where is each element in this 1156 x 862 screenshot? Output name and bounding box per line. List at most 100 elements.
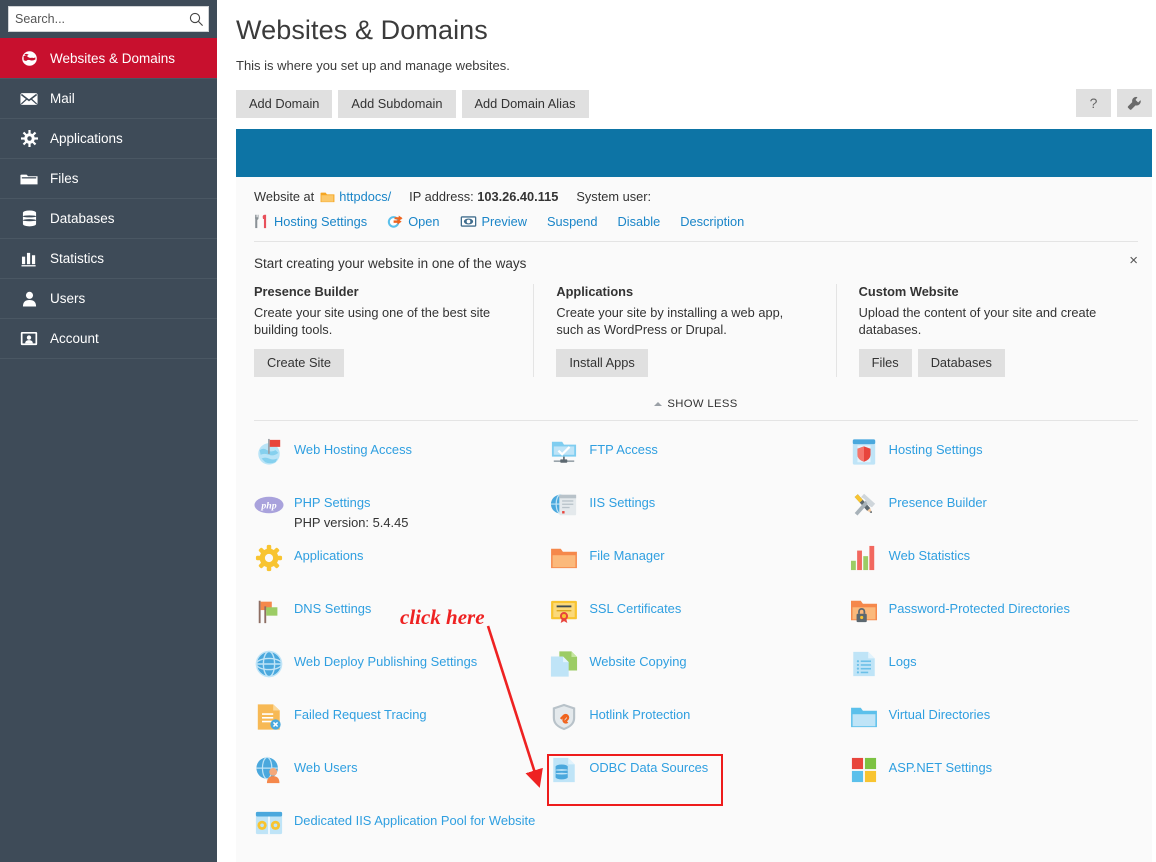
page-title: Websites & Domains xyxy=(236,15,488,45)
sidebar-item-files[interactable]: Files xyxy=(0,158,217,199)
website-actions-row: Hosting Settings Open Preview Suspend Di… xyxy=(236,204,1156,241)
tool-presence-builder[interactable]: Presence Builder xyxy=(849,486,1138,539)
tools-icon xyxy=(254,214,269,229)
action-label[interactable]: Hosting Settings xyxy=(274,214,367,229)
website-info-row: Website at httpdocs/ IP address: 103.26.… xyxy=(236,177,1156,204)
promo-heading: Custom Website xyxy=(858,284,959,299)
tool-hosting-settings[interactable]: Hosting Settings xyxy=(849,433,1138,486)
tool-title: Web Users xyxy=(294,760,358,775)
tool-title: Logs xyxy=(888,654,917,669)
open-action[interactable]: Open xyxy=(387,214,440,229)
envelope-icon xyxy=(18,89,40,109)
pencil-hammer-icon xyxy=(849,490,879,520)
files-button[interactable]: Files xyxy=(858,349,912,377)
ip-address-value: 103.26.40.115 xyxy=(477,189,559,204)
sidebar-item-mail[interactable]: Mail xyxy=(0,78,217,119)
disable-action[interactable]: Disable xyxy=(618,214,661,229)
docroot-link[interactable]: httpdocs/ xyxy=(339,189,391,204)
tool-title: Dedicated IIS Application Pool for Websi… xyxy=(294,813,536,828)
sidebar-item-account[interactable]: Account xyxy=(0,318,217,359)
tool-title: Web Hosting Access xyxy=(294,442,412,457)
show-less-toggle[interactable]: SHOW LESS xyxy=(654,398,737,410)
tool-text: FTP Access xyxy=(589,437,658,459)
tool-failed-request-tracing[interactable]: Failed Request Tracing xyxy=(254,698,549,751)
tool-text: ODBC Data Sources xyxy=(589,755,708,777)
sidebar-item-applications[interactable]: Applications xyxy=(0,118,217,159)
domain-banner xyxy=(236,129,1156,177)
tool-ssl-certificates[interactable]: SSL Certificates xyxy=(549,592,848,645)
action-label[interactable]: Open xyxy=(408,214,439,229)
tool-web-users[interactable]: Web Users xyxy=(254,751,549,804)
promo-text: Create your site using one of the best s… xyxy=(254,305,491,337)
tool-text: File Manager xyxy=(589,543,664,565)
create-site-button[interactable]: Create Site xyxy=(254,349,345,377)
tool-file-manager[interactable]: File Manager xyxy=(549,539,848,592)
install-apps-button[interactable]: Install Apps xyxy=(556,349,648,377)
toolbar-right-actions: ? xyxy=(1070,89,1152,117)
tool-web-deploy-publishing-settings[interactable]: Web Deploy Publishing Settings xyxy=(254,645,549,698)
wrench-icon[interactable] xyxy=(1117,89,1152,117)
action-label[interactable]: Suspend xyxy=(547,214,598,229)
doc-error-icon xyxy=(254,702,284,732)
sidebar-item-databases[interactable]: Databases xyxy=(0,198,217,239)
search-input[interactable] xyxy=(9,7,184,31)
hosting-settings-action[interactable]: Hosting Settings xyxy=(254,214,367,229)
preview-action[interactable]: Preview xyxy=(460,214,528,229)
tool-iis-settings[interactable]: IIS Settings xyxy=(549,486,848,539)
tool-dedicated-iis-application-pool[interactable]: Dedicated IIS Application Pool for Websi… xyxy=(254,804,549,857)
tool-title: Virtual Directories xyxy=(888,707,991,722)
description-action[interactable]: Description xyxy=(680,214,744,229)
tool-password-protected-directories[interactable]: Password-Protected Directories xyxy=(849,592,1138,645)
iis-server-icon xyxy=(549,490,579,520)
ftp-icon xyxy=(549,437,579,467)
tool-text: Website Copying xyxy=(589,649,686,671)
tool-odbc-data-sources[interactable]: ODBC Data Sources xyxy=(549,751,848,804)
promo-column-presence-builder: Presence Builder Create your site using … xyxy=(254,284,535,377)
website-at-label: Website at xyxy=(254,189,315,204)
sidebar-item-label: Databases xyxy=(50,210,115,226)
tool-ftp-access[interactable]: FTP Access xyxy=(549,433,848,486)
tool-text: Web Statistics xyxy=(889,543,970,565)
tool-web-hosting-access[interactable]: Web Hosting Access xyxy=(254,433,549,486)
tool-php-settings[interactable]: php PHP Settings PHP version: 5.4.45 xyxy=(254,486,549,539)
annotation-click-here: click here xyxy=(400,605,485,629)
promo-buttons: Create Site xyxy=(254,349,511,377)
action-label[interactable]: Disable xyxy=(618,214,661,229)
add-domain-button[interactable]: Add Domain xyxy=(236,90,333,118)
promo-text: Create your site by installing a web app… xyxy=(556,305,784,337)
action-label[interactable]: Preview xyxy=(482,214,528,229)
add-subdomain-button[interactable]: Add Subdomain xyxy=(338,90,456,118)
action-label[interactable]: Description xyxy=(680,214,744,229)
sidebar-item-label: Files xyxy=(50,170,79,186)
databases-button[interactable]: Databases xyxy=(917,349,1005,377)
add-domain-alias-button[interactable]: Add Domain Alias xyxy=(461,90,589,118)
shield-link-icon xyxy=(549,702,579,732)
sidebar-item-statistics[interactable]: Statistics xyxy=(0,238,217,279)
tool-text: DNS Settings xyxy=(294,596,371,618)
sidebar-item-websites-domains[interactable]: Websites & Domains xyxy=(0,38,217,79)
tool-aspnet-settings[interactable]: ASP.NET Settings xyxy=(849,751,1138,804)
tool-hotlink-protection[interactable]: Hotlink Protection xyxy=(549,698,848,751)
tool-website-copying[interactable]: Website Copying xyxy=(549,645,848,698)
tool-web-statistics[interactable]: Web Statistics xyxy=(849,539,1138,592)
tool-text: Web Deploy Publishing Settings xyxy=(294,649,477,671)
tool-logs[interactable]: Logs xyxy=(849,645,1138,698)
tool-virtual-directories[interactable]: Virtual Directories xyxy=(849,698,1138,751)
tools-grid-panel: Web Hosting Access php PHP Settings PHP … xyxy=(236,421,1156,862)
php-icon: php xyxy=(254,490,284,520)
sidebar-item-users[interactable]: Users xyxy=(0,278,217,319)
svg-text:php: php xyxy=(260,501,276,512)
tool-text: Dedicated IIS Application Pool for Websi… xyxy=(294,808,535,830)
search-icon[interactable] xyxy=(184,12,208,27)
suspend-action[interactable]: Suspend xyxy=(547,214,598,229)
sidebar-item-label: Websites & Domains xyxy=(50,50,176,66)
close-icon[interactable]: × xyxy=(1129,253,1138,268)
tools-grid: Web Hosting Access php PHP Settings PHP … xyxy=(236,421,1156,857)
tool-text: Virtual Directories xyxy=(889,702,991,724)
help-button[interactable]: ? xyxy=(1076,89,1111,117)
database-icon xyxy=(18,209,40,229)
tool-applications[interactable]: Applications xyxy=(254,539,549,592)
search-box[interactable] xyxy=(8,6,209,32)
tool-text: Web Hosting Access xyxy=(294,437,412,459)
tool-title: Presence Builder xyxy=(888,495,987,510)
